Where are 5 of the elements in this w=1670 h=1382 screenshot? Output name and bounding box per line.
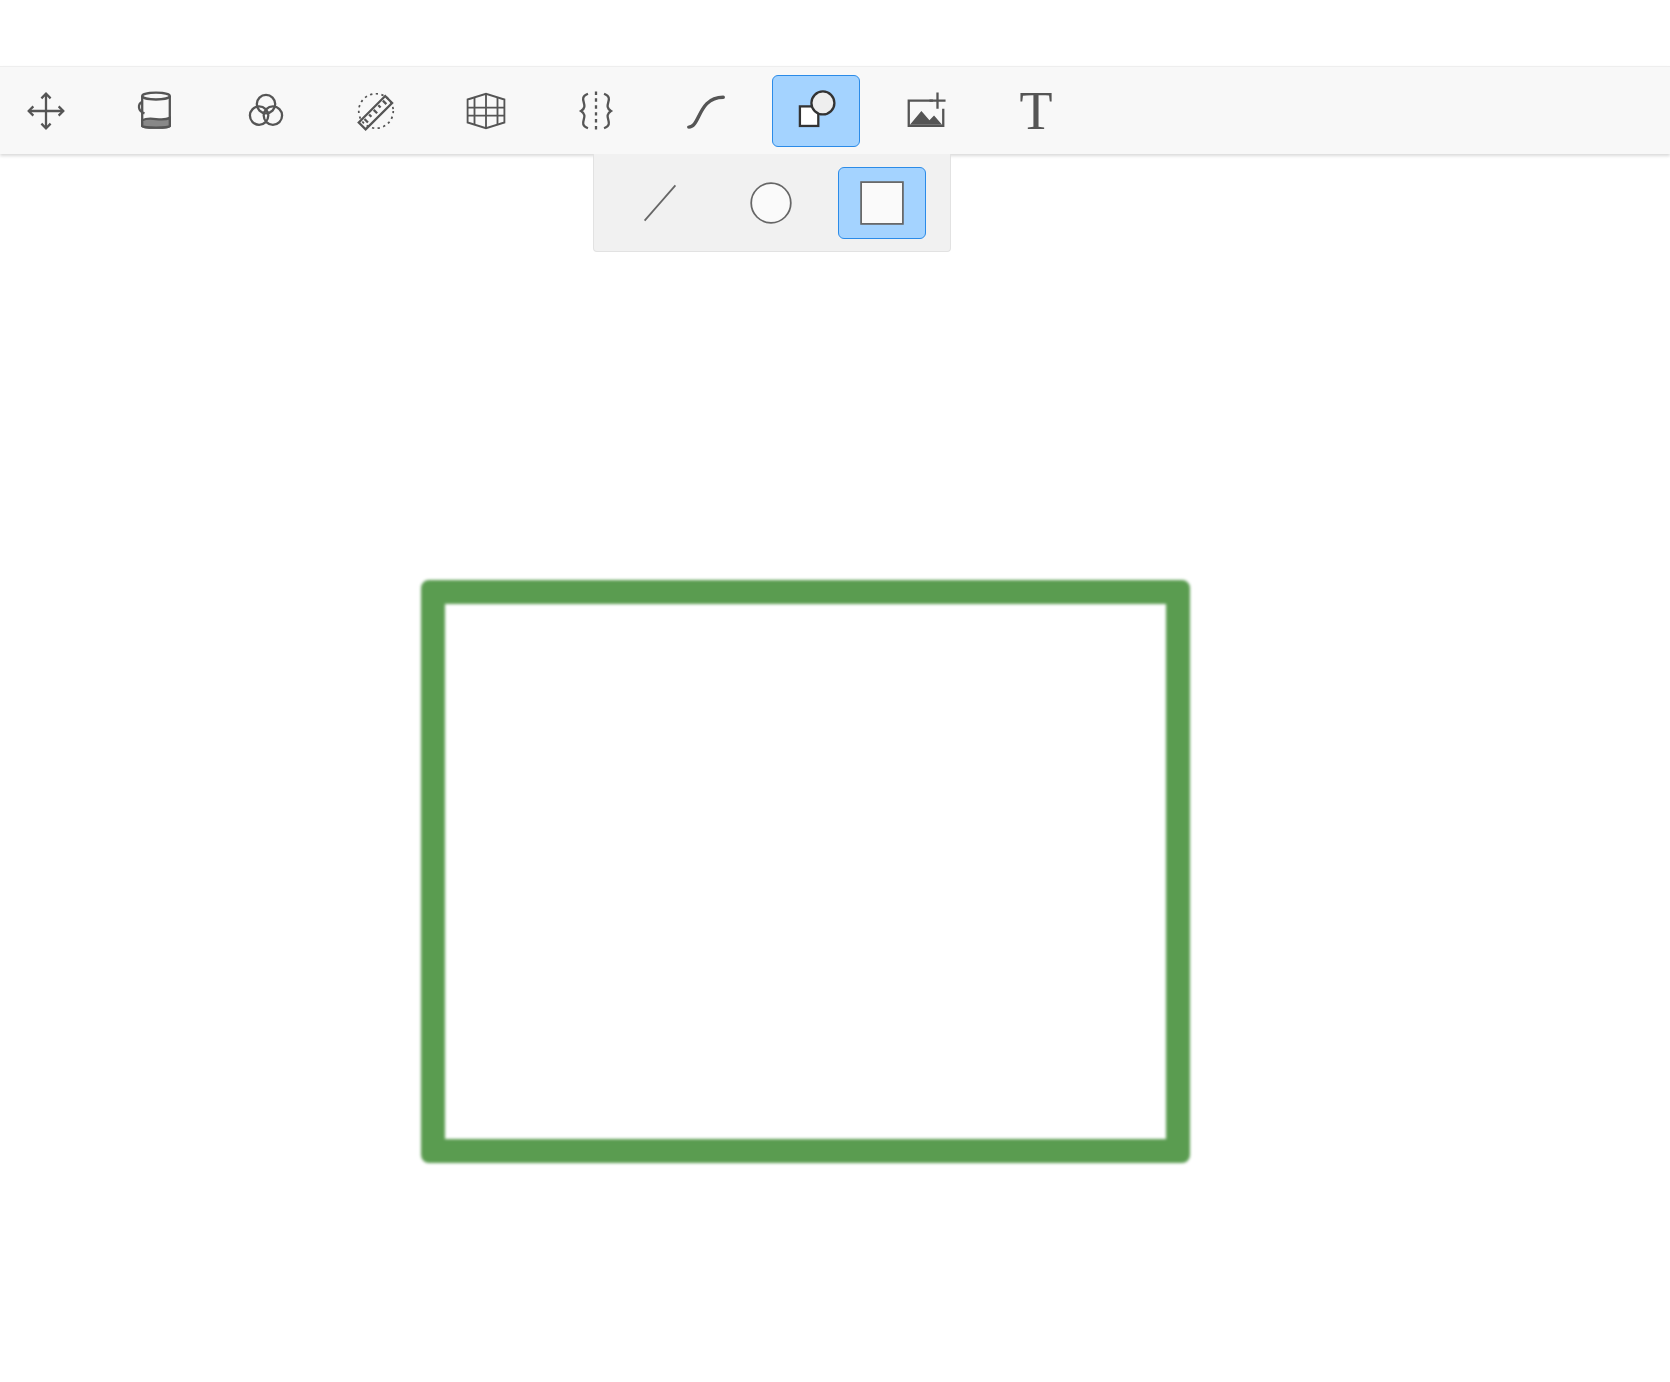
tool-button[interactable]	[772, 74, 860, 147]
text-tool-button[interactable]: T	[992, 74, 1080, 147]
shape-option-button[interactable]	[838, 166, 926, 239]
square-icon	[860, 180, 904, 225]
circle-icon	[749, 180, 793, 225]
